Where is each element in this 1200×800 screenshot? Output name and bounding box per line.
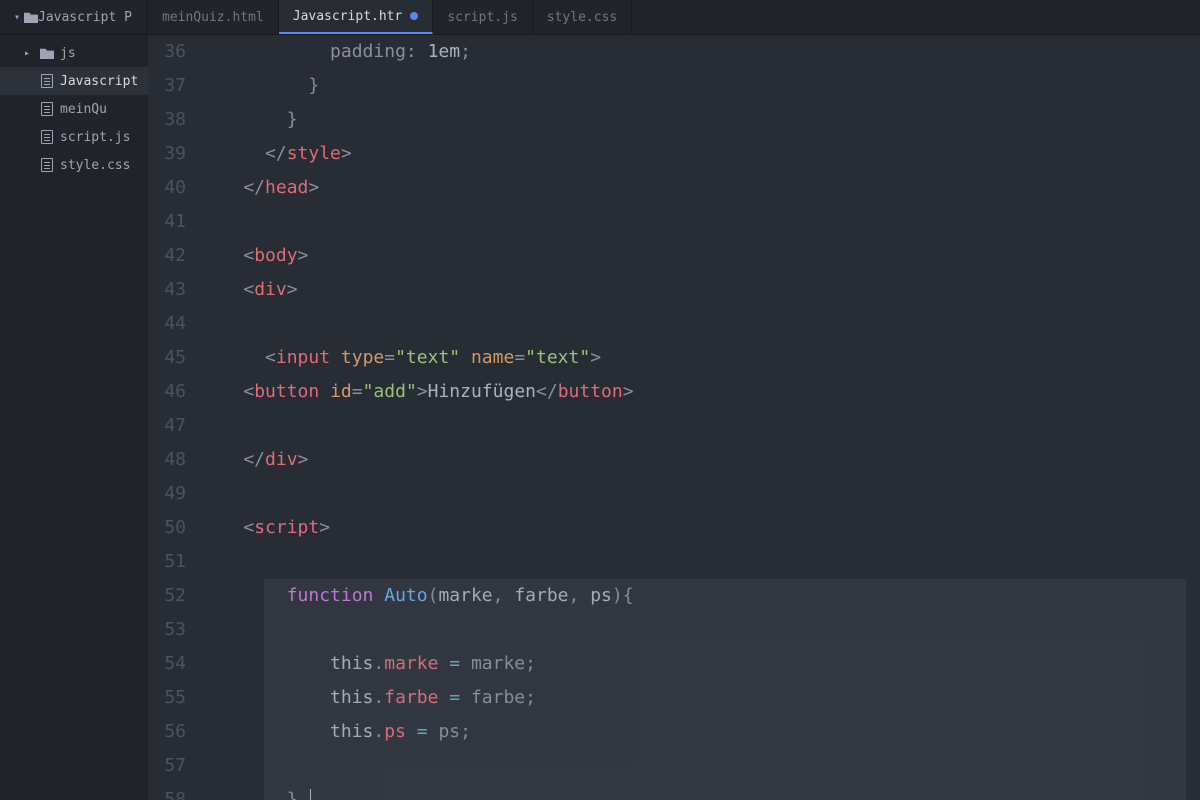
tab-label: meinQuiz.html	[162, 10, 264, 25]
selection-highlight	[264, 579, 1186, 800]
tab-meinQuiz-html[interactable]: meinQuiz.html	[148, 0, 279, 34]
line-number: 47	[148, 409, 186, 443]
tree-file[interactable]: Javascript	[0, 67, 148, 95]
code-line[interactable]	[200, 477, 1200, 511]
line-number: 55	[148, 681, 186, 715]
project-name: Javascript P	[38, 10, 132, 25]
tree-file[interactable]: meinQu	[0, 95, 148, 123]
file-tree: ▸ js Javascript meinQu script.js style.css	[0, 35, 148, 800]
tree-file-label: style.css	[60, 158, 130, 173]
line-gutter: 3637383940414243444546474849505152535455…	[148, 35, 200, 800]
line-number: 42	[148, 239, 186, 273]
line-number: 43	[148, 273, 186, 307]
line-number: 51	[148, 545, 186, 579]
code-line[interactable]: </head>	[200, 171, 1200, 205]
tree-file[interactable]: script.js	[0, 123, 148, 151]
line-number: 37	[148, 69, 186, 103]
code-line[interactable]: </div>	[200, 443, 1200, 477]
code-line[interactable]	[200, 545, 1200, 579]
code-line[interactable]: <script>	[200, 511, 1200, 545]
dirty-indicator-icon	[410, 12, 418, 20]
line-number: 46	[148, 375, 186, 409]
code-line[interactable]: }	[200, 69, 1200, 103]
tree-file[interactable]: style.css	[0, 151, 148, 179]
text-cursor	[310, 789, 311, 800]
line-number: 54	[148, 647, 186, 681]
tab-style-css[interactable]: style.css	[533, 0, 632, 34]
file-icon	[40, 130, 54, 144]
line-number: 40	[148, 171, 186, 205]
chevron-down-icon: ▾	[14, 12, 24, 23]
line-number: 53	[148, 613, 186, 647]
line-number: 36	[148, 35, 186, 69]
code-area[interactable]: padding: 1em; } } </style> </head> <body…	[200, 35, 1200, 800]
line-number: 52	[148, 579, 186, 613]
line-number: 50	[148, 511, 186, 545]
line-number: 48	[148, 443, 186, 477]
code-line[interactable]: <input type="text" name="text">	[200, 341, 1200, 375]
tree-folder-js[interactable]: ▸ js	[0, 39, 148, 67]
code-line[interactable]: </style>	[200, 137, 1200, 171]
folder-icon	[24, 10, 38, 24]
line-number: 39	[148, 137, 186, 171]
tab-bar: ▾ Javascript P meinQuiz.html Javascript.h…	[0, 0, 1200, 35]
code-line[interactable]	[200, 409, 1200, 443]
chevron-right-icon: ▸	[24, 48, 34, 59]
sidebar-header-tab: ▾ Javascript P	[0, 0, 148, 34]
main-area: ▸ js JavascriptmeinQuscript.jsstyle.css …	[0, 35, 1200, 800]
tab-label: script.js	[447, 10, 517, 25]
file-icon	[40, 102, 54, 116]
folder-icon	[40, 46, 54, 60]
code-line[interactable]: <button id="add">Hinzufügen</button>	[200, 375, 1200, 409]
tree-file-label: Javascript	[60, 74, 138, 89]
code-editor[interactable]: 3637383940414243444546474849505152535455…	[148, 35, 1200, 800]
tab-Javascript-htr[interactable]: Javascript.htr	[279, 0, 434, 34]
code-line[interactable]: <body>	[200, 239, 1200, 273]
tab-label: style.css	[547, 10, 617, 25]
line-number: 41	[148, 205, 186, 239]
line-number: 45	[148, 341, 186, 375]
code-line[interactable]	[200, 307, 1200, 341]
line-number: 56	[148, 715, 186, 749]
line-number: 44	[148, 307, 186, 341]
file-icon	[40, 158, 54, 172]
code-line[interactable]: }	[200, 103, 1200, 137]
code-line[interactable]	[200, 205, 1200, 239]
line-number: 58	[148, 783, 186, 800]
file-icon	[40, 74, 54, 88]
code-line[interactable]: padding: 1em;	[200, 35, 1200, 69]
line-number: 57	[148, 749, 186, 783]
tab-label: Javascript.htr	[293, 9, 403, 24]
tree-file-label: meinQu	[60, 102, 107, 117]
line-number: 49	[148, 477, 186, 511]
tree-file-label: script.js	[60, 130, 130, 145]
line-number: 38	[148, 103, 186, 137]
code-line[interactable]: <div>	[200, 273, 1200, 307]
tab-script-js[interactable]: script.js	[433, 0, 532, 34]
tree-folder-label: js	[60, 46, 76, 61]
